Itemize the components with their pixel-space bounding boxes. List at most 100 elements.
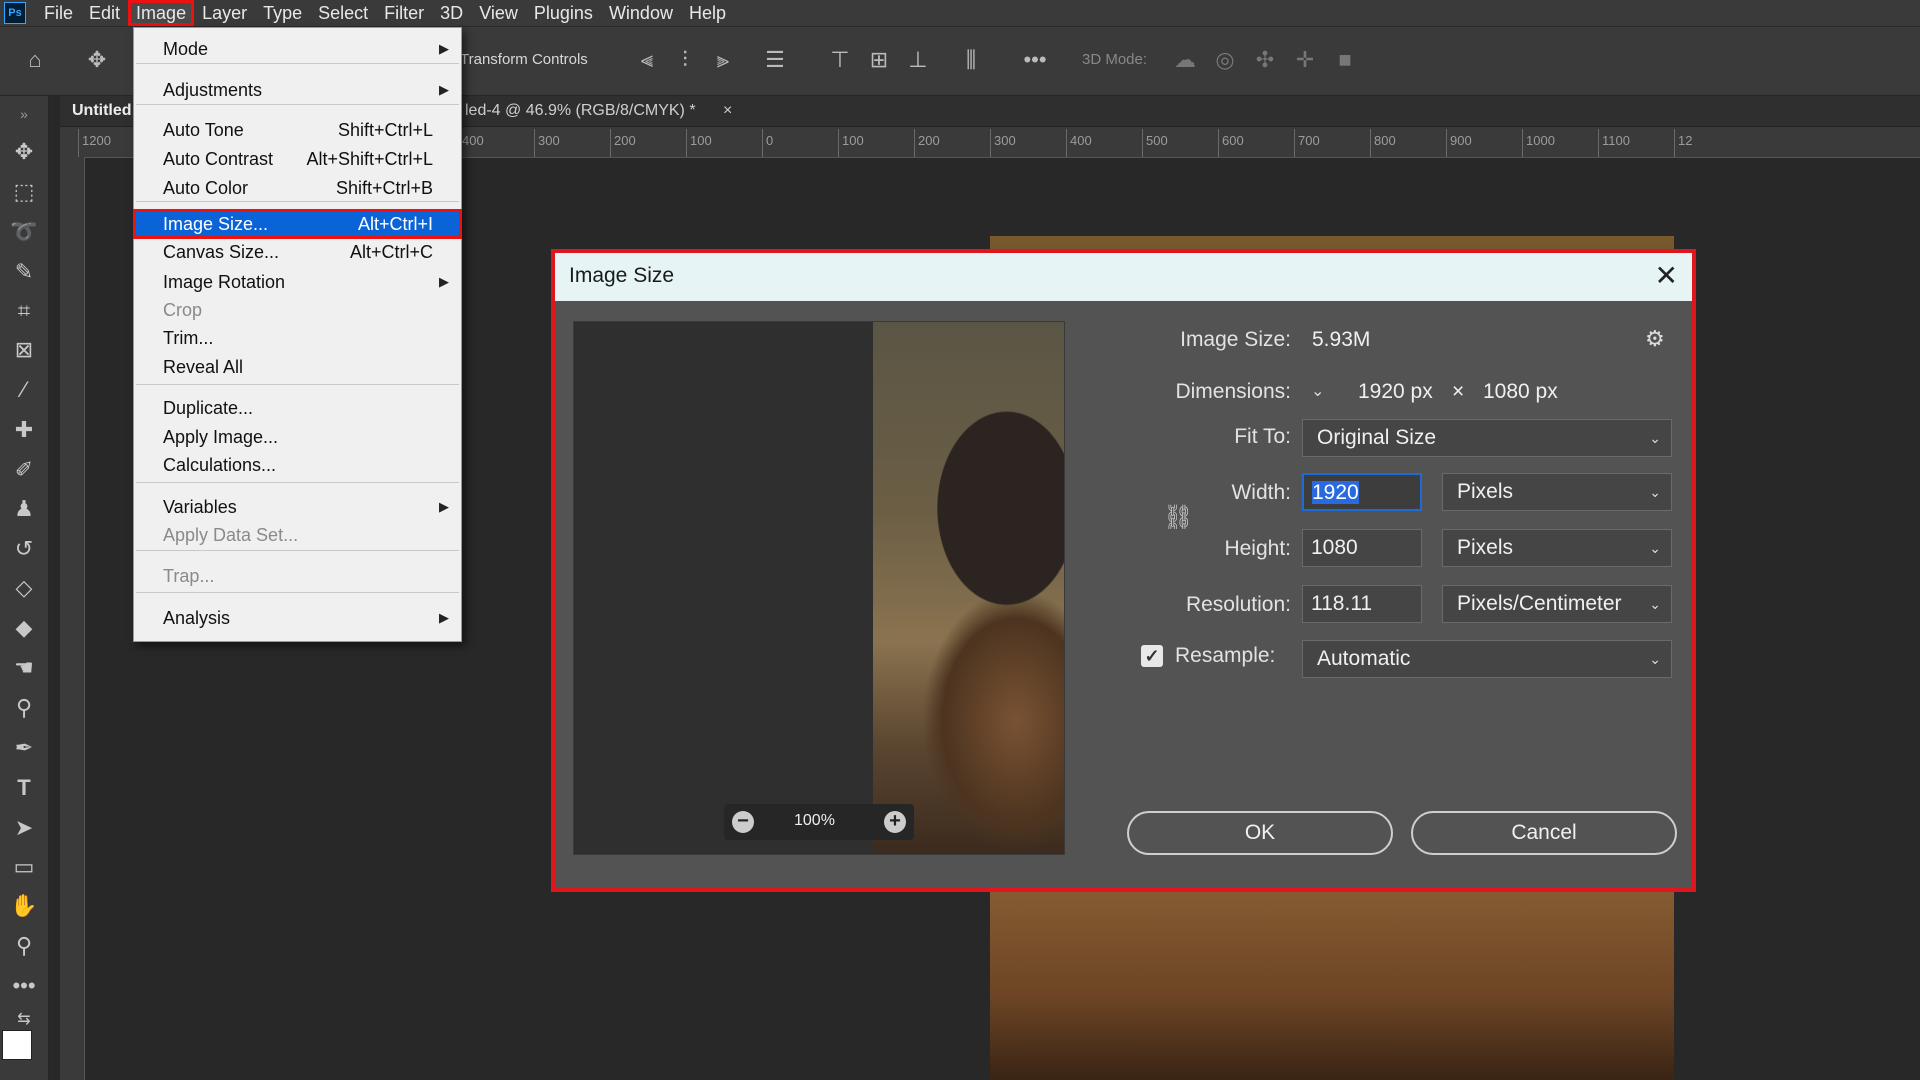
- brush-tool-icon[interactable]: ✐: [6, 454, 42, 486]
- eyedropper-icon[interactable]: ⁄: [6, 374, 42, 406]
- healing-brush-icon[interactable]: ✚: [6, 414, 42, 446]
- ruler-label: 700: [1298, 133, 1320, 148]
- tab-document[interactable]: led-4 @ 46.9% (RGB/8/CMYK) *: [465, 96, 696, 126]
- menu-item-adjustments[interactable]: Adjustments ▶: [134, 76, 461, 104]
- menu-item-auto-contrast[interactable]: Auto Contrast Alt+Shift+Ctrl+L: [134, 145, 461, 173]
- menu-item-trim[interactable]: Trim...: [134, 324, 461, 352]
- menu-item-calculations[interactable]: Calculations...: [134, 451, 461, 479]
- ruler-tick: [1066, 129, 1067, 157]
- fit-to-select[interactable]: Original Size ⌄: [1302, 419, 1672, 457]
- menu-item-reveal-all[interactable]: Reveal All: [134, 353, 461, 381]
- menu-3d[interactable]: 3D: [432, 0, 471, 26]
- menu-item-analysis[interactable]: Analysis ▶: [134, 604, 461, 632]
- gear-icon[interactable]: ⚙: [1645, 326, 1665, 352]
- cancel-button[interactable]: Cancel: [1411, 811, 1677, 855]
- menu-filter[interactable]: Filter: [376, 0, 432, 26]
- menu-edit[interactable]: Edit: [81, 0, 128, 26]
- menu-layer[interactable]: Layer: [194, 0, 255, 26]
- align-left-icon[interactable]: ⫷: [634, 47, 660, 73]
- more-options-icon[interactable]: •••: [1022, 47, 1048, 73]
- crop-tool-icon[interactable]: ⌗: [6, 295, 42, 327]
- menu-item-duplicate[interactable]: Duplicate...: [134, 394, 461, 422]
- path-select-icon[interactable]: ➤: [6, 812, 42, 844]
- dialog-title: Image Size: [569, 264, 675, 287]
- dialog-title-bar[interactable]: Image Size ✕: [555, 253, 1692, 301]
- smudge-tool-icon[interactable]: ☚: [6, 652, 42, 684]
- history-brush-icon[interactable]: ↺: [6, 533, 42, 565]
- 3d-slide-icon[interactable]: ✛: [1292, 47, 1318, 73]
- link-constrain-icon[interactable]: ⛓: [1163, 503, 1193, 532]
- 3d-scale-icon[interactable]: ■: [1332, 47, 1358, 73]
- resolution-unit-select[interactable]: Pixels/Centimeter ⌄: [1442, 585, 1672, 623]
- ruler-tick: [610, 129, 611, 157]
- foreground-color-swatch[interactable]: [2, 1030, 32, 1060]
- vertical-ruler: [60, 157, 85, 1080]
- home-icon[interactable]: ⌂: [22, 47, 48, 73]
- width-input[interactable]: 1920: [1302, 473, 1422, 511]
- menu-type[interactable]: Type: [255, 0, 310, 26]
- menu-item-variables[interactable]: Variables ▶: [134, 493, 461, 521]
- tab-untitled[interactable]: Untitled: [72, 96, 132, 126]
- align-right-icon[interactable]: ⫸: [710, 47, 736, 73]
- rectangle-tool-icon[interactable]: ▭: [6, 851, 42, 883]
- type-tool-icon[interactable]: T: [6, 772, 42, 804]
- marquee-tool-icon[interactable]: ⬚: [6, 176, 42, 208]
- move-tool-icon[interactable]: ✥: [84, 47, 110, 73]
- 3d-pan-icon[interactable]: ✣: [1252, 47, 1278, 73]
- ruler-label: 200: [614, 133, 636, 148]
- width-unit-select[interactable]: Pixels ⌄: [1442, 473, 1672, 511]
- menu-select[interactable]: Select: [310, 0, 376, 26]
- more-tools-icon[interactable]: •••: [6, 970, 42, 1002]
- height-unit-select[interactable]: Pixels ⌄: [1442, 529, 1672, 567]
- menu-view[interactable]: View: [471, 0, 526, 26]
- align-middle-icon[interactable]: ⊞: [866, 47, 892, 73]
- lasso-tool-icon[interactable]: ➰: [6, 216, 42, 248]
- menu-window[interactable]: Window: [601, 0, 681, 26]
- chevron-down-icon[interactable]: ⌄: [1311, 381, 1324, 401]
- 3d-roll-icon[interactable]: ◎: [1212, 47, 1238, 73]
- menu-plugins[interactable]: Plugins: [526, 0, 601, 26]
- tab-close-icon[interactable]: ×: [723, 96, 732, 126]
- menu-item-label: Analysis: [163, 608, 231, 628]
- menu-item-auto-tone[interactable]: Auto Tone Shift+Ctrl+L: [134, 116, 461, 144]
- menu-image[interactable]: Image: [128, 0, 195, 26]
- height-input[interactable]: 1080: [1302, 529, 1422, 567]
- menu-item-image-size[interactable]: Image Size... Alt+Ctrl+I: [133, 209, 462, 239]
- align-center-icon[interactable]: ⫶: [672, 47, 698, 73]
- zoom-tool-icon[interactable]: ⚲: [6, 930, 42, 962]
- menu-item-auto-color[interactable]: Auto Color Shift+Ctrl+B: [134, 174, 461, 202]
- resample-checkbox[interactable]: ✓: [1141, 645, 1163, 667]
- pen-tool-icon[interactable]: ✒: [6, 732, 42, 764]
- move-tool-icon[interactable]: ✥: [6, 136, 42, 168]
- menu-item-mode[interactable]: Mode ▶: [134, 35, 461, 63]
- 3d-orbit-icon[interactable]: ☁: [1172, 47, 1198, 73]
- distribute-spacing-icon[interactable]: ⫼: [958, 47, 984, 73]
- expand-panels-icon[interactable]: »: [6, 98, 42, 130]
- resample-value: Automatic: [1317, 647, 1411, 670]
- align-bottom-icon[interactable]: ⊥: [905, 47, 931, 73]
- paint-bucket-icon[interactable]: ◆: [6, 612, 42, 644]
- menu-file[interactable]: File: [36, 0, 81, 26]
- dodge-tool-icon[interactable]: ⚲: [6, 692, 42, 724]
- image-preview[interactable]: − 100% +: [573, 321, 1065, 855]
- zoom-in-icon[interactable]: +: [884, 811, 906, 833]
- transform-controls-label[interactable]: Transform Controls: [460, 51, 588, 68]
- menu-item-image-rotation[interactable]: Image Rotation ▶: [134, 268, 461, 296]
- chevron-down-icon: ⌄: [1649, 430, 1661, 446]
- resample-select[interactable]: Automatic ⌄: [1302, 640, 1672, 678]
- quick-select-icon[interactable]: ✎: [6, 256, 42, 288]
- menu-help[interactable]: Help: [681, 0, 734, 26]
- resolution-input[interactable]: 118.11: [1302, 585, 1422, 623]
- menu-item-canvas-size[interactable]: Canvas Size... Alt+Ctrl+C: [134, 238, 461, 266]
- stamp-tool-icon[interactable]: ♟: [6, 493, 42, 525]
- close-icon[interactable]: ✕: [1655, 259, 1678, 292]
- ok-button[interactable]: OK: [1127, 811, 1393, 855]
- align-top-icon[interactable]: ⊤: [827, 47, 853, 73]
- hand-tool-icon[interactable]: ✋: [6, 890, 42, 922]
- eraser-tool-icon[interactable]: ◇: [6, 572, 42, 604]
- frame-tool-icon[interactable]: ⊠: [6, 334, 42, 366]
- menu-item-apply-image[interactable]: Apply Image...: [134, 423, 461, 451]
- distribute-icon[interactable]: ☰: [762, 47, 788, 73]
- zoom-out-icon[interactable]: −: [732, 811, 754, 833]
- ruler-tick: [1218, 129, 1219, 157]
